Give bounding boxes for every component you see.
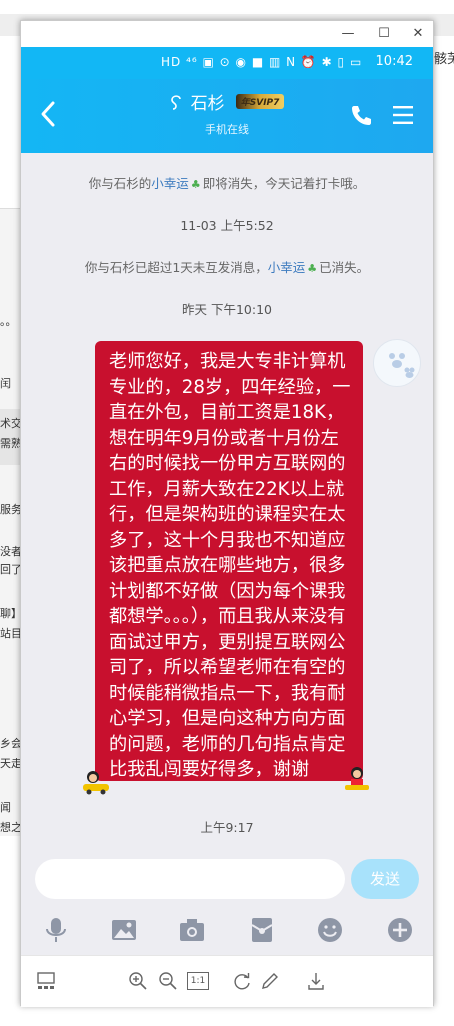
vip-badge: 年SVIP7: [235, 94, 285, 109]
emoji-icon[interactable]: [315, 915, 345, 945]
zoom-in-icon[interactable]: [127, 970, 149, 992]
actual-size-button[interactable]: 1:1: [187, 972, 209, 990]
background-fragment: 服务: [0, 503, 22, 516]
close-button[interactable]: ✕: [407, 25, 429, 43]
background-fragment: 需熟: [0, 437, 22, 450]
message-text: 老师您好，我是大专非计算机专业的，28岁，四年经验，一直在外包，目前工资是18K…: [109, 351, 351, 780]
chat-header: 石杉 年SVIP7 手机在线: [21, 79, 433, 153]
phone-call-icon[interactable]: [349, 103, 373, 127]
ear-icon: [170, 94, 181, 110]
status-icons: HD ⁴⁶ ▣ ⊙ ◉ ■ ▥ N ⏰ ✱ ▯ ▭: [161, 55, 363, 69]
background-fragment: 想之: [0, 821, 22, 834]
paw-icon: [389, 353, 415, 378]
clover-icon: ♣: [190, 178, 201, 191]
background-fragment: 站目: [0, 627, 22, 640]
kid-sticker-icon: [345, 767, 369, 790]
edit-icon[interactable]: [259, 970, 281, 992]
system-message-streak-lost: 你与石杉已超过1天未互发消息，小幸运 ♣ 已消失。: [21, 257, 433, 276]
background-fragment: 乡会: [0, 737, 22, 750]
thumbnail-icon[interactable]: [35, 970, 57, 992]
contact-name: 石杉: [190, 94, 225, 114]
timestamp: 上午9:17: [200, 820, 254, 835]
background-fragment: 闰: [0, 377, 11, 390]
window-titlebar: — ☐ ✕: [21, 21, 433, 47]
rotate-icon[interactable]: [231, 970, 253, 992]
message-bubble[interactable]: 老师您好，我是大专非计算机专业的，28岁，四年经验，一直在外包，目前工资是18K…: [95, 341, 363, 781]
background-fragment: 没者: [0, 545, 22, 558]
maximize-button[interactable]: ☐: [373, 25, 395, 43]
zoom-out-icon[interactable]: [157, 970, 179, 992]
system-message-streak-warning: 你与石杉的小幸运 ♣ 即将消失，今天记着打卡哦。: [21, 173, 433, 192]
avatar[interactable]: [373, 339, 421, 387]
phone-statusbar: HD ⁴⁶ ▣ ⊙ ◉ ■ ▥ N ⏰ ✱ ▯ ▭ 10:42: [21, 47, 433, 79]
system-text: 你与石杉的: [88, 176, 152, 191]
background-fragment: 聊】: [0, 607, 22, 620]
plus-icon[interactable]: [385, 915, 415, 945]
clover-icon: ♣: [307, 262, 318, 275]
image-icon[interactable]: [109, 915, 139, 945]
background-fragment: 。。: [0, 315, 17, 328]
red-packet-icon[interactable]: [247, 915, 277, 945]
download-icon[interactable]: [305, 970, 327, 992]
background-fragment: 天走: [0, 757, 22, 770]
background-fragment: 术交: [0, 417, 22, 430]
status-time: 10:42: [375, 54, 413, 69]
background-left-panel: 。。 闰 术交 需熟 服务 没者 回了 聊】 站目 乡会 天走 闻 想之: [0, 208, 22, 836]
background-fragment: 回了: [0, 563, 22, 576]
phone-screenshot: HD ⁴⁶ ▣ ⊙ ◉ ■ ▥ N ⏰ ✱ ▯ ▭ 10:42 石杉 年SVIP…: [21, 47, 433, 955]
timestamp: 11-03 上午5:52: [180, 218, 274, 233]
viewer-toolbar: 1:1: [21, 955, 433, 1007]
composer: 发送: [21, 859, 433, 955]
camera-icon[interactable]: [177, 915, 207, 945]
lucky-link[interactable]: 小幸运: [268, 260, 306, 275]
microphone-icon[interactable]: [41, 915, 71, 945]
minimize-button[interactable]: —: [337, 25, 359, 43]
system-text: 已消失。: [319, 260, 370, 275]
timestamp: 昨天 下午10:10: [182, 302, 272, 317]
system-text: 你与石杉已超过1天未互发消息，: [84, 260, 268, 275]
background-right-fragment: [434, 190, 454, 230]
message-input[interactable]: [35, 859, 345, 899]
background-fragment: 闻: [0, 801, 11, 814]
send-button[interactable]: 发送: [351, 859, 419, 899]
lucky-link[interactable]: 小幸运: [151, 176, 189, 191]
system-text: 即将消失，今天记着打卡哦。: [202, 176, 366, 191]
background-right-text: 骸芜: [434, 52, 454, 67]
menu-icon[interactable]: [391, 103, 415, 127]
image-viewer-window: — ☐ ✕ HD ⁴⁶ ▣ ⊙ ◉ ■ ▥ N ⏰ ✱ ▯ ▭ 10:42 石杉…: [20, 20, 434, 1007]
car-sticker-icon: [83, 771, 109, 795]
